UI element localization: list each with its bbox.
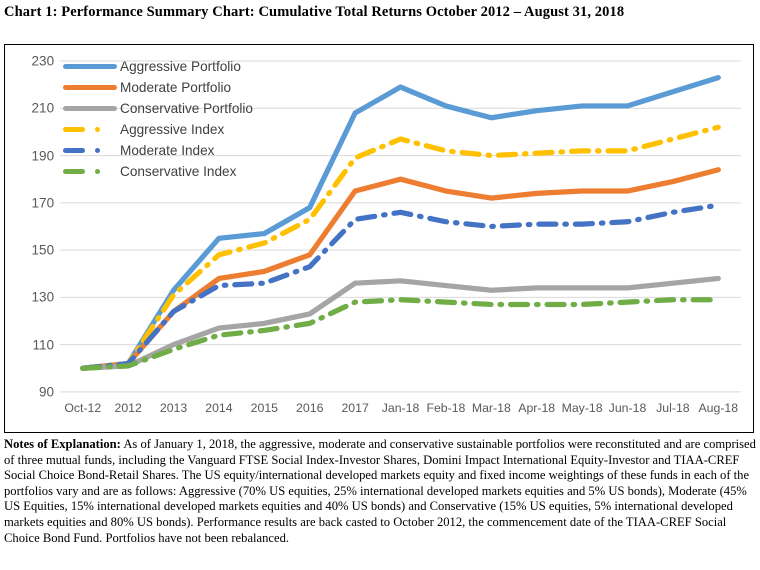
x-axis-tick-mar-18: Mar-18	[471, 400, 511, 415]
legend-item-1[interactable]: Moderate Portfolio	[61, 78, 253, 97]
x-axis-tick-jun-18: Jun-18	[608, 400, 647, 415]
page-title: Chart 1: Performance Summary Chart: Cumu…	[4, 4, 625, 20]
legend-label: Moderate Portfolio	[120, 80, 232, 95]
legend-item-5[interactable]: Conservative Index	[61, 162, 253, 181]
x-axis-tick-aug-18: Aug-18	[698, 400, 739, 415]
legend-label: Aggressive Portfolio	[120, 59, 241, 74]
chart-page: Chart 1: Performance Summary Chart: Cumu…	[0, 0, 760, 570]
legend-label: Aggressive Index	[120, 122, 225, 137]
y-axis-tick-230: 230	[31, 53, 55, 69]
y-axis-tick-210: 210	[31, 100, 55, 116]
x-axis-tick-2015: 2015	[250, 400, 279, 415]
notes-body: As of January 1, 2018, the aggressive, m…	[4, 437, 756, 545]
x-axis-tick-jan-18: Jan-18	[381, 400, 420, 415]
x-axis-tick-jul-18: Jul-18	[656, 400, 690, 415]
legend-swatch-icon	[61, 78, 119, 97]
legend-swatch-icon	[61, 141, 119, 160]
legend-label: Moderate Index	[120, 143, 215, 158]
y-axis-tick-90: 90	[39, 384, 55, 400]
x-axis-tick-feb-18: Feb-18	[426, 400, 466, 415]
y-axis-tick-150: 150	[31, 242, 55, 258]
y-axis-tick-190: 190	[31, 148, 55, 164]
y-axis-tick-130: 130	[31, 289, 55, 305]
x-axis-tick-2014: 2014	[205, 400, 233, 415]
chart-legend: Aggressive Portfolio Moderate Portfolio Co…	[61, 57, 253, 181]
series-line-1	[80, 167, 721, 371]
notes-of-explanation: Notes of Explanation: As of January 1, 2…	[4, 437, 756, 546]
legend-swatch-icon	[61, 99, 119, 118]
legend-swatch-icon	[61, 120, 119, 139]
legend-label: Conservative Index	[120, 164, 237, 179]
x-axis-tick-may-18: May-18	[561, 400, 603, 415]
legend-item-0[interactable]: Aggressive Portfolio	[61, 57, 253, 76]
legend-item-3[interactable]: Aggressive Index	[61, 120, 253, 139]
notes-heading: Notes of Explanation:	[4, 437, 121, 451]
x-axis-tick-2013: 2013	[159, 400, 188, 415]
x-axis-tick-2012: 2012	[114, 400, 142, 415]
legend-swatch-icon	[61, 57, 119, 76]
legend-item-4[interactable]: Moderate Index	[61, 141, 253, 160]
y-axis-tick-170: 170	[31, 195, 55, 211]
x-axis-tick-apr-18: Apr-18	[518, 400, 556, 415]
x-axis-tick-oct-12: Oct-12	[64, 400, 102, 415]
chart-frame: 90 110 130 150 170 190 210 230 Oct-12 2012 2013 20…	[4, 44, 754, 433]
legend-item-2[interactable]: Conservative Portfolio	[61, 99, 253, 118]
x-axis-tick-2016: 2016	[296, 400, 324, 415]
x-axis-tick-2017: 2017	[341, 400, 369, 415]
legend-label: Conservative Portfolio	[120, 101, 253, 116]
legend-swatch-icon	[61, 162, 119, 181]
y-axis-tick-110: 110	[32, 337, 55, 353]
